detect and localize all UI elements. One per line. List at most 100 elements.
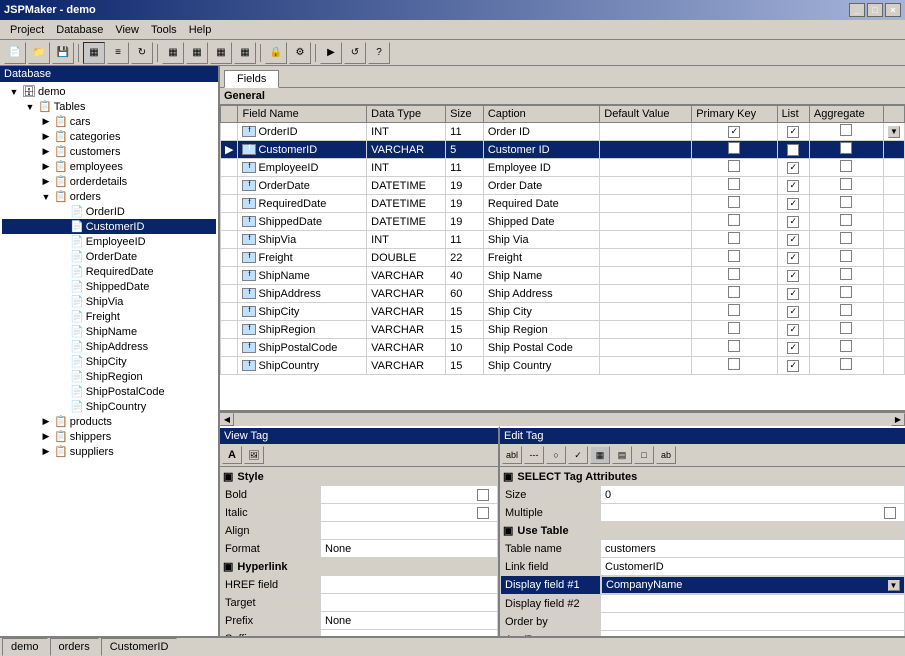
field-name-cell[interactable]: fFreight xyxy=(238,249,367,267)
field-list-cell[interactable] xyxy=(777,357,809,375)
toolbar-b1[interactable]: ▦ xyxy=(162,42,184,64)
field-name-cell[interactable]: fShipName xyxy=(238,267,367,285)
table-row[interactable]: ▶fCustomerIDVARCHAR5Customer ID xyxy=(221,141,905,159)
field-name-cell[interactable]: fShippedDate xyxy=(238,213,367,231)
field-default-cell[interactable] xyxy=(600,249,692,267)
pk-checkbox[interactable] xyxy=(728,250,740,262)
tree-field-shipregion[interactable]: 📄 ShipRegion xyxy=(2,369,216,384)
table-row[interactable]: fOrderDateDATETIME19Order Date xyxy=(221,177,905,195)
toolbar-b4[interactable]: ▦ xyxy=(234,42,256,64)
col-list[interactable]: List xyxy=(777,106,809,123)
field-default-cell[interactable] xyxy=(600,285,692,303)
field-default-cell[interactable] xyxy=(600,177,692,195)
agg-checkbox[interactable] xyxy=(840,268,852,280)
toolbar-run[interactable]: ▶ xyxy=(320,42,342,64)
tree-table-shippers[interactable]: ▶ 📋 shippers xyxy=(2,429,216,444)
title-bar-buttons[interactable]: _ □ × xyxy=(849,3,901,17)
field-name-cell[interactable]: fEmployeeID xyxy=(238,159,367,177)
tree-field-shippostalcode[interactable]: 📄 ShipPostalCode xyxy=(2,384,216,399)
tree-root-demo[interactable]: ▼ 🗄 demo xyxy=(2,84,216,99)
field-default-cell[interactable] xyxy=(600,159,692,177)
edit-btn-sep[interactable]: --- xyxy=(524,446,544,464)
field-list-cell[interactable] xyxy=(777,195,809,213)
list-checkbox[interactable] xyxy=(787,306,799,318)
field-agg-cell[interactable] xyxy=(809,357,883,375)
list-checkbox[interactable] xyxy=(787,144,799,156)
tree-field-shippeddate[interactable]: 📄 ShippedDate xyxy=(2,279,216,294)
field-caption-cell[interactable]: Ship Via xyxy=(483,231,599,249)
field-default-cell[interactable] xyxy=(600,267,692,285)
list-checkbox[interactable] xyxy=(787,324,799,336)
list-checkbox[interactable] xyxy=(787,252,799,264)
field-default-cell[interactable] xyxy=(600,339,692,357)
field-agg-cell[interactable] xyxy=(809,231,883,249)
col-size[interactable]: Size xyxy=(446,106,484,123)
prop-prefix-value[interactable]: None xyxy=(321,612,498,630)
field-name-cell[interactable]: fShipCountry xyxy=(238,357,367,375)
agg-checkbox[interactable] xyxy=(840,322,852,334)
field-name-cell[interactable]: fShipPostalCode xyxy=(238,339,367,357)
expand-tables[interactable]: ▼ xyxy=(22,102,38,112)
field-list-cell[interactable] xyxy=(777,249,809,267)
expand-categories[interactable]: ▶ xyxy=(38,131,54,142)
prop-displayfield1-value[interactable]: CompanyName ▼ xyxy=(601,576,905,594)
pk-checkbox[interactable] xyxy=(728,304,740,316)
field-list-cell[interactable] xyxy=(777,177,809,195)
field-pk-cell[interactable] xyxy=(692,285,777,303)
agg-checkbox[interactable] xyxy=(840,178,852,190)
field-agg-cell[interactable] xyxy=(809,213,883,231)
expand-employees[interactable]: ▶ xyxy=(38,161,54,172)
edit-btn-radio[interactable]: ○ xyxy=(546,446,566,464)
field-name-cell[interactable]: fShipAddress xyxy=(238,285,367,303)
field-name-cell[interactable]: fShipRegion xyxy=(238,321,367,339)
field-caption-cell[interactable]: Order Date xyxy=(483,177,599,195)
multiple-checkbox[interactable] xyxy=(884,507,896,519)
field-agg-cell[interactable] xyxy=(809,303,883,321)
scroll-right-btn[interactable]: ▶ xyxy=(891,413,905,426)
tab-fields[interactable]: Fields xyxy=(224,70,279,88)
list-checkbox[interactable] xyxy=(787,162,799,174)
scroll-left-btn[interactable]: ◀ xyxy=(220,413,234,426)
list-checkbox[interactable] xyxy=(787,198,799,210)
italic-checkbox[interactable] xyxy=(477,507,489,519)
field-pk-cell[interactable] xyxy=(692,123,777,141)
list-checkbox[interactable] xyxy=(787,360,799,372)
agg-checkbox[interactable] xyxy=(840,160,852,172)
field-name-cell[interactable]: fOrderID xyxy=(238,123,367,141)
list-checkbox[interactable] xyxy=(787,180,799,192)
style-collapse-btn[interactable]: ▣ xyxy=(223,471,233,483)
agg-checkbox[interactable] xyxy=(840,124,852,136)
toolbar-b5[interactable]: 🔒 xyxy=(265,42,287,64)
agg-checkbox[interactable] xyxy=(840,250,852,262)
field-caption-cell[interactable]: Ship Region xyxy=(483,321,599,339)
list-checkbox[interactable] xyxy=(787,234,799,246)
row-dropdown[interactable]: ▼ xyxy=(888,126,900,138)
tree-table-orderdetails[interactable]: ▶ 📋 orderdetails xyxy=(2,174,216,189)
menu-view[interactable]: View xyxy=(109,22,145,38)
field-pk-cell[interactable] xyxy=(692,177,777,195)
edit-btn-box[interactable]: □ xyxy=(634,446,654,464)
menu-project[interactable]: Project xyxy=(4,22,50,38)
toolbar-open[interactable]: 📁 xyxy=(28,42,50,64)
agg-checkbox[interactable] xyxy=(840,142,852,154)
toolbar-save[interactable]: 💾 xyxy=(52,42,74,64)
field-caption-cell[interactable]: Employee ID xyxy=(483,159,599,177)
tree-field-orderid[interactable]: 📄 OrderID xyxy=(2,204,216,219)
table-row[interactable]: fRequiredDateDATETIME19Required Date xyxy=(221,195,905,213)
field-caption-cell[interactable]: Ship Address xyxy=(483,285,599,303)
field-agg-cell[interactable] xyxy=(809,321,883,339)
agg-checkbox[interactable] xyxy=(840,358,852,370)
field-list-cell[interactable] xyxy=(777,123,809,141)
table-row[interactable]: fEmployeeIDINT11Employee ID xyxy=(221,159,905,177)
table-row[interactable]: fShipRegionVARCHAR15Ship Region xyxy=(221,321,905,339)
tree-table-orders[interactable]: ▼ 📋 orders xyxy=(2,189,216,204)
field-caption-cell[interactable]: Ship Country xyxy=(483,357,599,375)
agg-checkbox[interactable] xyxy=(840,304,852,316)
field-name-cell[interactable]: fShipVia xyxy=(238,231,367,249)
h-scrollbar-track[interactable] xyxy=(234,413,891,426)
field-pk-cell[interactable] xyxy=(692,267,777,285)
agg-checkbox[interactable] xyxy=(840,232,852,244)
prop-format-value[interactable]: None xyxy=(321,540,498,558)
tree-field-shipvia[interactable]: 📄 ShipVia xyxy=(2,294,216,309)
toolbar-b3[interactable]: ▦ xyxy=(210,42,232,64)
